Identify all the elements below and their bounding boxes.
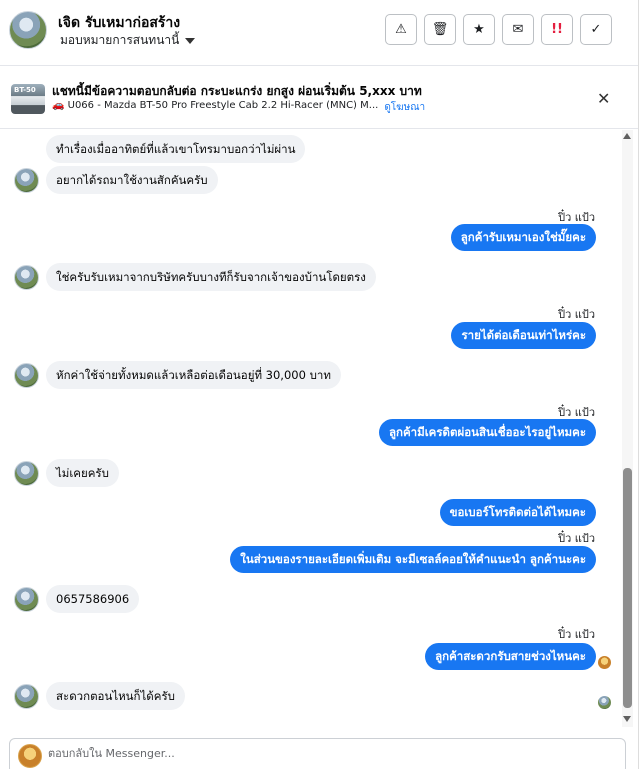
page-avatar xyxy=(18,744,42,768)
outgoing-message[interactable]: ลูกค้าสะดวกรับสายช่วงไหนคะ xyxy=(425,643,596,670)
contact-avatar[interactable] xyxy=(9,11,47,49)
check-icon: ✓ xyxy=(590,22,602,37)
message-list[interactable]: ทำเรื่องเมื่ออาทิตย์ที่แล้วเขาโทรมาบอกว่… xyxy=(0,130,622,733)
priority-button[interactable]: !! xyxy=(541,14,573,45)
incoming-message[interactable]: ทำเรื่องเมื่ออาทิตย์ที่แล้วเขาโทรมาบอกว่… xyxy=(46,135,306,163)
trash-icon: 🗑 xyxy=(431,22,449,37)
close-icon[interactable]: ✕ xyxy=(597,89,610,108)
caret-down-icon xyxy=(185,37,196,44)
envelope-icon: ✉ xyxy=(512,22,524,37)
ad-subtitle-row: 🚗 U066 - Mazda BT-50 Pro Freestyle Cab 2… xyxy=(52,100,425,115)
sender-name: ปิ๋ว แป้ว xyxy=(558,308,595,321)
incoming-message[interactable]: อยากได้รถมาใช้งานสักคันครับ xyxy=(46,166,218,194)
view-ad-link[interactable]: ดูโฆษณา xyxy=(384,100,425,115)
header-actions: ⚠ 🗑 ★ ✉ !! ✓ xyxy=(385,14,612,45)
assign-label: มอบหมายการสนทนานี้ xyxy=(60,33,180,47)
outgoing-message[interactable]: ลูกค้ารับเหมาเองใช่มั๊ยคะ xyxy=(450,224,596,251)
conversation-header: เจิด รับเหมาก่อสร้าง มอบหมายการสนทนานี้ … xyxy=(0,0,638,66)
star-button[interactable]: ★ xyxy=(463,14,495,45)
outgoing-message[interactable]: ขอเบอร์โทรติดต่อได้ไหมคะ xyxy=(439,499,596,526)
mark-done-button[interactable]: ✓ xyxy=(580,14,612,45)
sender-name: ปิ๋ว แป้ว xyxy=(558,628,595,641)
warning-icon: ⚠ xyxy=(395,22,407,37)
contact-avatar-small[interactable] xyxy=(14,168,39,193)
assign-conversation-dropdown[interactable]: มอบหมายการสนทนานี้ xyxy=(60,31,196,50)
star-icon: ★ xyxy=(473,22,485,37)
incoming-message[interactable]: หักค่าใช้จ่ายทั้งหมดแล้วเหลือต่อเดือนอยู… xyxy=(46,361,341,389)
reply-composer[interactable] xyxy=(9,738,626,769)
messenger-conversation: เจิด รับเหมาก่อสร้าง มอบหมายการสนทนานี้ … xyxy=(0,0,639,769)
contact-avatar-small[interactable] xyxy=(14,684,39,709)
sender-name: ปิ๋ว แป้ว xyxy=(558,532,595,545)
report-button[interactable]: ⚠ xyxy=(385,14,417,45)
outgoing-message[interactable]: ลูกค้ามีเครดิตผ่อนสินเชื่ออะไรอยู่ไหมคะ xyxy=(378,419,596,446)
mark-unread-button[interactable]: ✉ xyxy=(502,14,534,45)
incoming-message[interactable]: สะดวกตอนไหนก็ได้ครับ xyxy=(46,682,185,710)
contact-seen-avatar xyxy=(598,696,611,709)
outgoing-message[interactable]: ในส่วนของรายละเอียดเพิ่มเติม จะมีเซลล์คอ… xyxy=(230,546,596,573)
ad-subtitle: 🚗 U066 - Mazda BT-50 Pro Freestyle Cab 2… xyxy=(52,100,379,111)
incoming-message[interactable]: ใช่ครับรับเหมาจากบริษัทครับบางทีก็รับจาก… xyxy=(46,263,376,291)
scrollbar-thumb[interactable] xyxy=(623,468,632,708)
outgoing-message[interactable]: รายได้ต่อเดือนเท่าไหร่คะ xyxy=(451,322,596,349)
ad-thumbnail-text: BT-50 xyxy=(14,86,36,94)
scroll-down-arrow-icon[interactable] xyxy=(623,716,631,722)
contact-avatar-small[interactable] xyxy=(14,265,39,290)
ad-title: แชทนี้มีข้อความตอบกลับต่อ กระบะแกร่ง ยกส… xyxy=(52,84,422,98)
ad-thumbnail: BT-50 xyxy=(11,84,45,114)
contact-avatar-small[interactable] xyxy=(14,587,39,612)
contact-avatar-small[interactable] xyxy=(14,363,39,388)
delete-button[interactable]: 🗑 xyxy=(424,14,456,45)
reply-input[interactable] xyxy=(48,747,608,760)
scroll-up-arrow-icon[interactable] xyxy=(623,133,631,139)
seen-avatar xyxy=(598,656,611,669)
contact-avatar-small[interactable] xyxy=(14,461,39,486)
ad-context-bar: BT-50 แชทนี้มีข้อความตอบกลับต่อ กระบะแกร… xyxy=(0,67,638,129)
incoming-message[interactable]: ไม่เคยครับ xyxy=(46,459,119,487)
incoming-message[interactable]: 0657586906 xyxy=(46,585,140,613)
priority-icon: !! xyxy=(551,22,563,37)
